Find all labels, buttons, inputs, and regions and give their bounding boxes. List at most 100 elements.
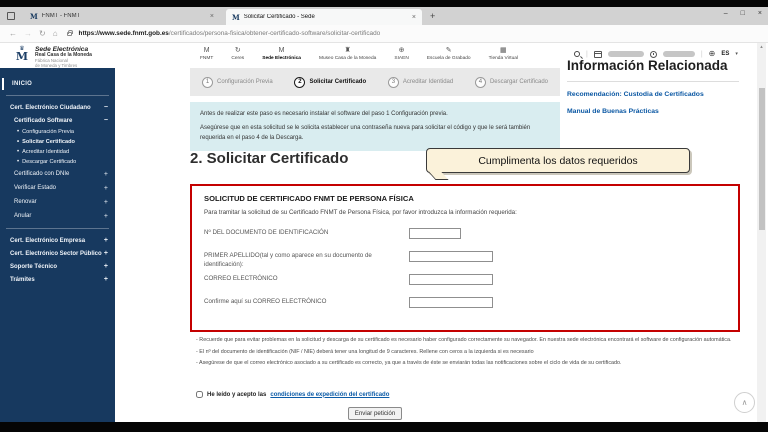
sidebar-item-tramites[interactable]: Trámites + — [0, 273, 115, 286]
back-icon[interactable]: ← — [9, 29, 17, 38]
nav-item-tienda-virtual[interactable]: ▦ Tienda Virtual — [489, 47, 518, 61]
form-intro: Para tramitar la solicitud de su Certifi… — [204, 209, 517, 216]
collapse-icon[interactable]: − — [104, 104, 108, 111]
expand-icon[interactable]: + — [104, 263, 108, 270]
expand-icon[interactable]: + — [104, 250, 108, 257]
museo-icon: ♜ — [344, 47, 351, 54]
scroll-to-top-button[interactable]: ∧ — [734, 392, 755, 413]
step-descargar-certificado[interactable]: 4 Descargar Certificado — [474, 76, 548, 88]
documento-identificacion-input[interactable] — [409, 228, 461, 239]
new-tab-button[interactable]: + — [430, 11, 435, 21]
sidebar-item-soporte-tecnico[interactable]: Soporte Técnico + — [0, 260, 115, 273]
sidebar-item-renovar[interactable]: Renovar + — [0, 195, 115, 209]
fnmt-logo[interactable]: ♛ M — [13, 46, 31, 62]
field-label-confirmar-correo: Confirme aquí su CORREO ELECTRÓNICO — [204, 297, 327, 305]
chevron-down-icon[interactable]: ▾ — [735, 51, 738, 57]
collapse-icon[interactable]: − — [104, 117, 108, 124]
close-window-button[interactable]: × — [758, 10, 762, 17]
sede-icon: M — [278, 47, 285, 54]
sidebar: INICIO Cert. Electrónico Ciudadano − Cer… — [0, 68, 115, 422]
nav-item-sede-electronica[interactable]: M Sede Electrónica — [262, 47, 301, 61]
ceres-icon: ↻ — [234, 47, 241, 54]
fnmt-icon: M — [203, 47, 210, 54]
page-title: 2. Solicitar Certificado — [190, 150, 349, 167]
browser-tab-bar: M FNMT - FNMT × M Solicitar Certificado … — [0, 7, 768, 25]
site-nav: M FNMT ↻ Ceres M Sede Electrónica ♜ Muse… — [200, 47, 518, 61]
submit-button[interactable]: Enviar petición — [347, 407, 403, 420]
vertical-scrollbar[interactable]: ▴ — [757, 43, 766, 422]
refresh-icon[interactable]: ↻ — [39, 29, 46, 38]
nav-item-museo[interactable]: ♜ Museo Casa de la Moneda — [319, 47, 376, 61]
expand-icon[interactable]: + — [104, 185, 108, 192]
url-text[interactable]: https://www.sede.fnmt.gob.es/certificado… — [79, 30, 381, 37]
tab-title: FNMT - FNMT — [41, 13, 81, 19]
form-title: SOLICITUD DE CERTIFICADO FNMT DE PERSONA… — [204, 194, 414, 203]
submit-row: Enviar petición — [190, 402, 560, 420]
expand-icon[interactable]: + — [104, 199, 108, 206]
escuela-icon: ✎ — [445, 47, 452, 54]
forward-icon[interactable]: → — [24, 29, 32, 38]
sidebar-item-inicio[interactable]: INICIO — [2, 78, 115, 90]
sidebar-item-cert-sector-publico[interactable]: Cert. Electrónico Sector Público + — [0, 247, 115, 260]
correo-electronico-input[interactable] — [409, 273, 493, 285]
related-link-custodia[interactable]: Recomendación: Custodia de Certificados — [567, 90, 739, 100]
address-bar: ← → ↻ ⌂ https://www.sede.fnmt.gob.es/cer… — [0, 25, 768, 43]
sidebar-item-acreditar-identidad[interactable]: Acreditar Identidad — [0, 147, 115, 157]
minimize-button[interactable]: – — [724, 10, 728, 17]
sidebar-item-anular[interactable]: Anular + — [0, 209, 115, 223]
scrollbar-thumb[interactable] — [758, 88, 765, 230]
step-number: 4 — [474, 76, 486, 88]
step-number: 3 — [387, 76, 399, 88]
scroll-up-icon[interactable]: ▴ — [757, 44, 766, 50]
search-icon[interactable] — [574, 51, 580, 57]
separator: | — [700, 50, 703, 58]
sidebar-item-verificar-estado[interactable]: Verificar Estado + — [0, 181, 115, 195]
step-acreditar-identidad[interactable]: 3 Acreditar Identidad — [387, 76, 453, 88]
tienda-icon: ▦ — [500, 47, 507, 54]
primer-apellido-input[interactable] — [409, 251, 493, 262]
step-number: 1 — [202, 76, 213, 88]
sidebar-item-configuracion-previa[interactable]: Configuración Previa — [0, 127, 115, 137]
calendar-icon — [593, 50, 602, 58]
conditions-link[interactable]: condiciones de expedición del certificad… — [270, 392, 389, 398]
fnmt-favicon-icon: M — [232, 12, 240, 22]
field-label-primer-apellido: PRIMER APELLIDO(tal y como aparece en su… — [204, 252, 372, 269]
tab-manager-icon[interactable] — [7, 12, 15, 20]
certificate-request-form: SOLICITUD DE CERTIFICADO FNMT DE PERSONA… — [190, 184, 740, 332]
field-label-documento: Nº DEL DOCUMENTO DE IDENTIFICACIÓN — [204, 229, 329, 236]
restore-button[interactable]: □ — [741, 10, 745, 17]
expand-icon[interactable]: + — [104, 237, 108, 244]
home-icon[interactable]: ⌂ — [53, 29, 58, 38]
expand-icon[interactable]: + — [104, 276, 108, 283]
sidebar-item-certificado-software[interactable]: Certificado Software − — [0, 114, 115, 127]
related-link-buenas-practicas[interactable]: Manual de Buenas Prácticas — [567, 107, 739, 117]
sidebar-item-cert-empresa[interactable]: Cert. Electrónico Empresa + — [0, 234, 115, 247]
close-tab-icon[interactable]: × — [412, 14, 416, 21]
accept-terms-checkbox[interactable] — [196, 391, 203, 398]
nav-item-fnmt[interactable]: M FNMT — [200, 47, 213, 61]
language-selector[interactable]: ES — [721, 51, 729, 57]
tab-solicitar-certificado[interactable]: M Solicitar Certificado - Sede × — [226, 9, 422, 25]
fnmt-favicon-icon: M — [30, 11, 38, 21]
nav-item-ceres[interactable]: ↻ Ceres — [231, 47, 244, 61]
nav-item-escuela-grabado[interactable]: ✎ Escuela de Grabado — [427, 47, 471, 61]
divider — [6, 95, 109, 96]
redacted-date — [607, 51, 644, 57]
close-tab-icon[interactable]: × — [210, 13, 214, 20]
expand-icon[interactable]: + — [104, 213, 108, 220]
step-solicitar-certificado[interactable]: 2 Solicitar Certificado — [294, 76, 366, 88]
sidebar-item-cert-ciudadano[interactable]: Cert. Electrónico Ciudadano − — [0, 101, 115, 114]
related-info-panel: Información Relacionada Recomendación: C… — [567, 58, 739, 124]
divider — [567, 80, 739, 82]
tooltip-tail — [428, 171, 449, 180]
nav-item-siaen[interactable]: ⊕ SIAEN — [394, 47, 408, 61]
confirmar-correo-input[interactable] — [409, 296, 493, 308]
sidebar-item-solicitar-certificado[interactable]: Solicitar Certificado — [0, 137, 115, 147]
chevron-up-icon: ∧ — [741, 398, 748, 407]
window-controls: – □ × — [724, 10, 762, 17]
expand-icon[interactable]: + — [104, 171, 108, 178]
sidebar-item-certificado-dnie[interactable]: Certificado con DNIe + — [0, 167, 115, 181]
sidebar-item-descargar-certificado[interactable]: Descargar Certificado — [0, 157, 115, 167]
tab-fnmt[interactable]: M FNMT - FNMT × — [24, 7, 220, 25]
step-configuracion-previa[interactable]: 1 Configuración Previa — [202, 76, 273, 88]
